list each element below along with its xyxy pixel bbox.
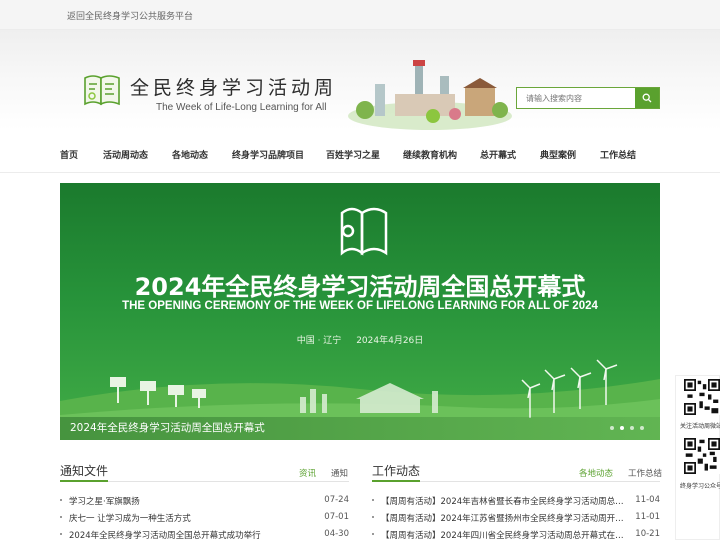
list-bullet [60,516,62,518]
qr-label-site: 关注活动周微站 [680,423,720,430]
work-date: 11-04 [635,495,660,505]
top-bar: 返回全民终身学习公共服务平台 [0,0,720,30]
banner-meta: 中国 · 辽宁 2024年4月26日 [60,333,660,346]
work-date: 10-21 [635,529,660,539]
notice-row[interactable]: 庆七一 让学习成为一种生活方式 07-01 [60,512,349,524]
back-to-platform-link[interactable]: 返回全民终身学习公共服务平台 [67,9,193,22]
tab-news[interactable]: 资讯 [299,467,316,479]
work-title: 【周周有活动】2024年吉林省暨长春市全民终身学习活动周总开... [381,497,624,507]
banner-date: 2024年4月26日 [356,336,424,346]
nav-item-regional-news[interactable]: 各地动态 [172,148,208,161]
carousel-dot[interactable] [640,426,644,430]
nav-item-typical-cases[interactable]: 典型案例 [540,148,576,161]
notice-row[interactable]: 学习之星·军旗飘扬 07-24 [60,495,349,507]
nav-item-continuing-education[interactable]: 继续教育机构 [403,148,457,161]
notices-title: 通知文件 [60,464,109,478]
nav-item-home[interactable]: 首页 [60,148,78,161]
notice-date: 07-01 [324,512,349,522]
search-icon [642,93,652,103]
qr-label-wechat: 终身学习公众号 [680,483,720,490]
nav-item-week-news[interactable]: 活动周动态 [103,148,148,161]
notice-title: 庆七一 让学习成为一种生活方式 [69,514,191,524]
work-title-underline [372,480,420,482]
work-date: 11-01 [635,512,660,522]
work-row[interactable]: 【周周有活动】2024年吉林省暨长春市全民终身学习活动周总开... 11-04 [372,495,660,507]
carousel-dot[interactable] [630,426,634,430]
list-bullet [372,533,374,535]
work-title: 【周周有活动】2024年江苏省暨扬州市全民终身学习活动周开幕... [381,514,624,524]
qr-code-icon [684,438,720,474]
work-row[interactable]: 【周周有活动】2024年江苏省暨扬州市全民终身学习活动周开幕... 11-01 [372,512,660,524]
tab-notices[interactable]: 通知 [331,467,348,479]
site-title-en: The Week of Life-Long Learning for All [156,102,327,113]
carousel-dot-active[interactable] [620,426,624,430]
list-bullet [372,499,374,501]
nav-item-brand-projects[interactable]: 终身学习品牌项目 [232,148,304,161]
work-title: 【周周有活动】2024年四川省全民终身学习活动周总开幕式在自... [381,531,624,540]
tab-regional-news[interactable]: 各地动态 [579,467,613,479]
search-input[interactable] [517,88,635,108]
work-title: 工作动态 [372,464,421,478]
qr-code-icon [684,379,720,415]
list-bullet [60,533,62,535]
site-title: 全民终身学习活动周 [130,77,338,99]
search-button[interactable] [635,88,659,108]
list-bullet [60,499,62,501]
notice-date: 04-30 [324,529,349,539]
search-box [516,87,660,109]
banner-caption: 2024年全民终身学习活动周全国总开幕式 [60,417,660,440]
city-skyline-illustration [348,60,512,130]
main-nav: 首页 活动周动态 各地动态 终身学习品牌项目 百姓学习之星 继续教育机构 总开幕… [0,133,720,173]
work-row[interactable]: 【周周有活动】2024年四川省全民终身学习活动周总开幕式在自... 10-21 [372,529,660,540]
hero-banner[interactable]: 2024年全民终身学习活动周全国总开幕式 THE OPENING CEREMON… [60,183,660,440]
banner-location: 中国 · 辽宁 [296,336,342,346]
notice-date: 07-24 [324,495,349,505]
list-bullet [372,516,374,518]
site-logo-icon [84,75,120,106]
carousel-dots [610,426,644,430]
nav-item-opening-ceremony[interactable]: 总开幕式 [480,148,516,161]
nav-item-work-summary[interactable]: 工作总结 [600,148,636,161]
banner-subtitle: THE OPENING CEREMONY OF THE WEEK OF LIFE… [122,300,598,312]
nav-item-learning-stars[interactable]: 百姓学习之星 [326,148,380,161]
floating-qr-panel: 关注活动周微站 终身学习公众号 [675,375,720,540]
notice-title: 2024年全民终身学习活动周全国总开幕式成功举行 [69,531,261,540]
tab-work-summary[interactable]: 工作总结 [628,467,662,479]
banner-title: 2024年全民终身学习活动周全国总开幕式 [134,273,586,301]
notices-title-underline [60,480,108,482]
carousel-dot[interactable] [610,426,614,430]
notice-row[interactable]: 2024年全民终身学习活动周全国总开幕式成功举行 04-30 [60,529,349,540]
notice-title: 学习之星·军旗飘扬 [69,497,140,507]
